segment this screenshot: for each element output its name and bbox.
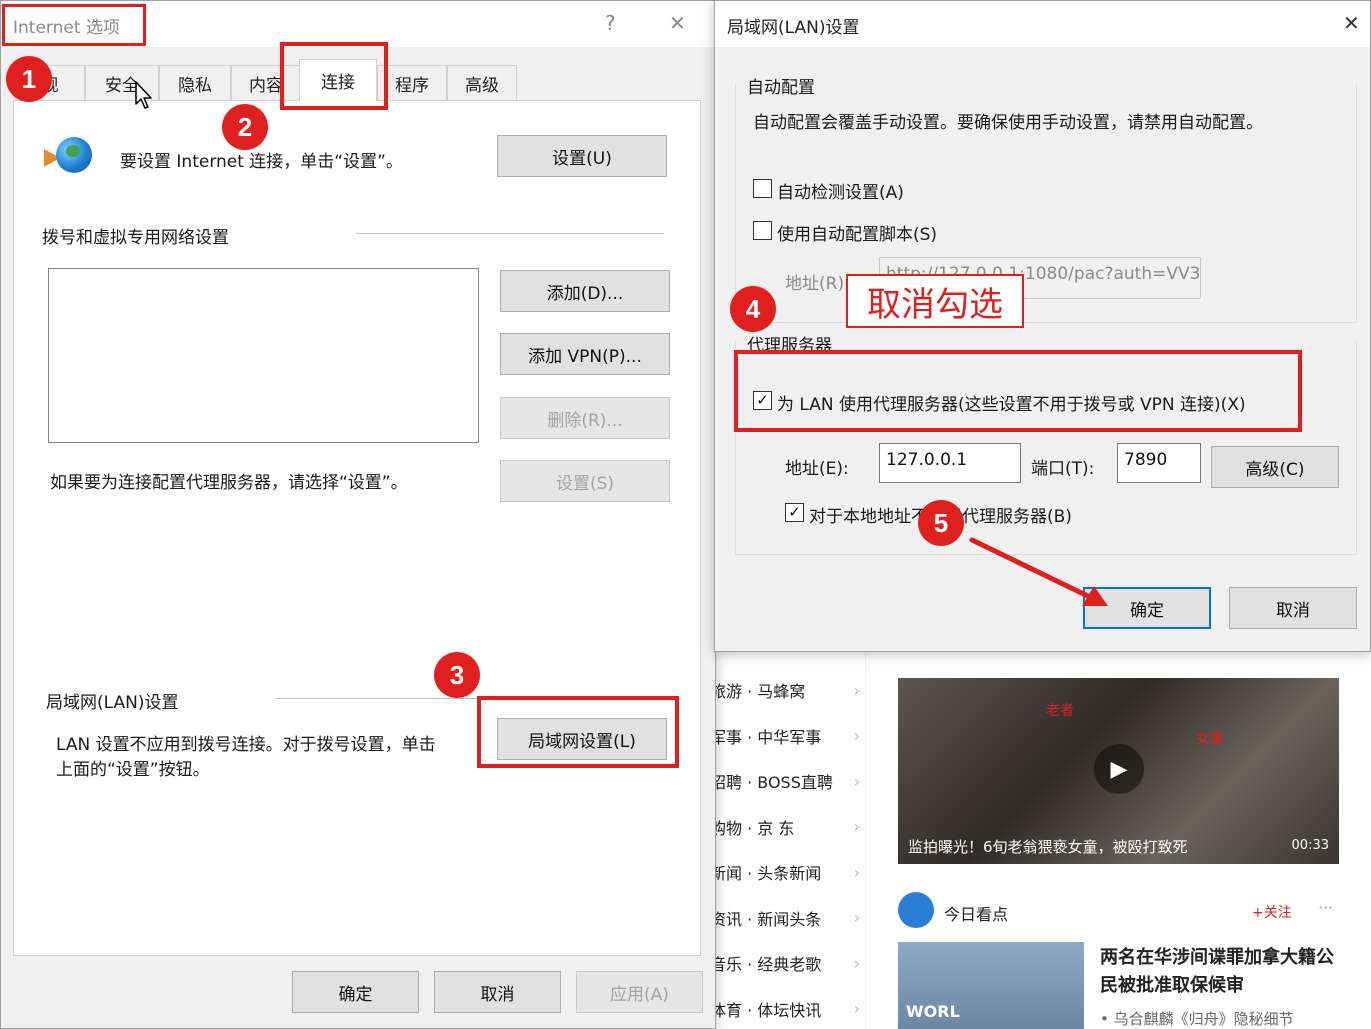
site-link-label: 体育 · 体坛快讯	[710, 1000, 822, 1020]
site-link-label: 音乐 · 经典老歌	[710, 955, 822, 974]
check-icon: ✓	[788, 503, 801, 521]
title-bar: 局域网(LAN)设置 ✕	[715, 1, 1370, 47]
window-title: 局域网(LAN)设置	[727, 18, 860, 38]
video-overlay-label: 老者	[1046, 703, 1074, 719]
tab-privacy[interactable]: 隐私	[159, 65, 231, 101]
internet-options-dialog: Internet 选项 ? ✕ 规 安全 隐私 内容 连接 程序 高级 要设置 …	[0, 0, 716, 1029]
delete-button[interactable]: 删除(R)...	[500, 397, 670, 439]
site-link-label: 新闻 · 头条新闻	[710, 864, 822, 883]
proxy-address-label: 地址(E):	[785, 459, 849, 479]
auto-detect-checkbox[interactable]	[753, 179, 772, 198]
apply-button[interactable]: 应用(A)	[576, 971, 703, 1013]
auto-config-desc: 自动配置会覆盖手动设置。要确保使用手动设置，请禁用自动配置。	[753, 113, 1263, 133]
chevron-right-icon: ›	[853, 817, 860, 836]
connections-panel: 要设置 Internet 连接，单击“设置”。 设置(U) 拨号和虚拟专用网络设…	[13, 100, 701, 956]
auto-script-label[interactable]: 使用自动配置脚本(S)	[777, 220, 937, 245]
lan-desc-line2: 上面的“设置”按钮。	[56, 760, 210, 780]
add-button[interactable]: 添加(D)...	[500, 270, 670, 312]
close-button[interactable]: ✕	[669, 11, 686, 35]
tab-label: 程序	[395, 76, 429, 96]
step-badge-4: 4	[730, 286, 776, 332]
play-icon[interactable]: ▶	[1094, 744, 1144, 794]
video-duration: 00:33	[1291, 838, 1329, 853]
dialup-group-line	[356, 233, 664, 234]
article-subheadline[interactable]: • 乌合麒麟《归舟》隐秘细节	[1100, 1008, 1294, 1029]
port-label: 端口(T):	[1031, 459, 1095, 479]
site-link-label: 资讯 · 新闻头条	[710, 909, 822, 929]
settings-button[interactable]: 设置(S)	[500, 460, 670, 502]
proxy-advanced-button[interactable]: 高级(C)	[1211, 446, 1339, 488]
chevron-right-icon: ›	[853, 953, 860, 973]
follow-button[interactable]: +关注	[1252, 902, 1292, 922]
close-button[interactable]: ✕	[1343, 11, 1360, 35]
tab-label: 高级	[465, 76, 499, 96]
setup-text: 要设置 Internet 连接，单击“设置”。	[120, 152, 403, 172]
bypass-local-checkbox[interactable]: ✓	[785, 503, 804, 522]
tab-label: 内容	[249, 76, 283, 96]
news-source-avatar[interactable]	[898, 892, 934, 928]
highlight-use-proxy	[734, 350, 1302, 432]
land-shape	[66, 145, 80, 157]
tab-label: 隐私	[178, 76, 212, 96]
auto-detect-label[interactable]: 自动检测设置(A)	[777, 178, 904, 203]
site-link-label: 购物 · 京 东	[710, 818, 795, 838]
chevron-right-icon: ›	[853, 680, 860, 700]
mouse-cursor-icon	[135, 81, 152, 109]
news-source-name[interactable]: 今日看点	[944, 901, 1008, 925]
cancel-button[interactable]: 取消	[434, 971, 561, 1013]
site-link[interactable]: 购物 · 京 东 ›	[710, 805, 860, 849]
port-input[interactable]: 7890	[1117, 443, 1201, 483]
highlight-lan-button	[477, 696, 679, 768]
lan-group-title: 局域网(LAN)设置	[46, 693, 179, 713]
chevron-right-icon: ›	[853, 771, 860, 791]
step-badge-5: 5	[918, 500, 964, 546]
site-link[interactable]: 招聘 · BOSS直聘 ›	[710, 759, 860, 803]
background-web-page: 旅游 · 马蜂窝 › 军事 · 中华军事 › 招聘 · BOSS直聘 › 购物 · 京 东 ›…	[700, 640, 1371, 1029]
connections-list[interactable]	[48, 268, 479, 443]
play-glyph: ▶	[1110, 756, 1128, 782]
step-badge-2: 2	[222, 104, 268, 150]
add-vpn-button[interactable]: 添加 VPN(P)...	[500, 333, 670, 375]
video-card[interactable]: 老者 女童 ▶ 监拍曝光！6旬老翁猥亵女童，被殴打致死 00:33	[898, 678, 1339, 864]
site-link[interactable]: 新闻 · 头条新闻 ›	[710, 850, 860, 894]
script-address-label: 地址(R)	[785, 274, 845, 294]
article-thumbnail[interactable]: WORL	[898, 942, 1084, 1029]
site-link[interactable]: 资讯 · 新闻头条 ›	[710, 896, 860, 940]
step-badge-1: 1	[6, 56, 52, 102]
auto-script-checkbox[interactable]	[753, 221, 772, 240]
globe-icon	[44, 137, 92, 177]
chevron-right-icon: ›	[853, 908, 860, 927]
site-link[interactable]: 军事 · 中华军事 ›	[710, 714, 860, 758]
lan-desc-line1: LAN 设置不应用到拨号连接。对于拨号设置，单击	[56, 735, 436, 755]
site-link-label: 旅游 · 马蜂窝	[710, 682, 806, 701]
chevron-right-icon: ›	[853, 862, 860, 882]
article-headline[interactable]: 两名在华涉间谍罪加拿大籍公民被批准取保候审	[1100, 944, 1340, 1000]
site-link-label: 招聘 · BOSS直聘	[710, 773, 833, 792]
dialup-group-title: 拨号和虚拟专用网络设置	[42, 228, 229, 248]
video-overlay-label: 女童	[1196, 731, 1224, 747]
uncheck-callout: 取消勾选	[846, 274, 1024, 328]
site-link[interactable]: 音乐 · 经典老歌 ›	[710, 941, 860, 985]
thumbnail-text: WORL	[906, 1002, 960, 1021]
lan-cancel-button[interactable]: 取消	[1229, 587, 1357, 629]
step-badge-3: 3	[434, 652, 480, 698]
more-icon[interactable]: ···	[1318, 898, 1333, 917]
help-button[interactable]: ?	[605, 11, 616, 35]
proxy-hint: 如果要为连接配置代理服务器，请选择“设置”。	[50, 473, 408, 493]
highlight-connections-tab	[280, 42, 388, 110]
chevron-right-icon: ›	[853, 999, 860, 1018]
site-link[interactable]: 旅游 · 马蜂窝 ›	[710, 668, 860, 712]
setup-button[interactable]: 设置(U)	[497, 135, 667, 177]
tab-advanced[interactable]: 高级	[447, 65, 517, 101]
highlight-window-title	[2, 4, 146, 46]
ok-button[interactable]: 确定	[292, 971, 419, 1013]
video-caption: 监拍曝光！6旬老翁猥亵女童，被殴打致死	[908, 838, 1188, 856]
pointer-arrow	[969, 537, 1108, 606]
site-link[interactable]: 体育 · 体坛快讯 ›	[710, 987, 860, 1029]
site-link-label: 军事 · 中华军事	[710, 727, 822, 747]
column-divider	[865, 640, 866, 1029]
chevron-right-icon: ›	[853, 726, 860, 745]
proxy-address-input[interactable]: 127.0.0.1	[879, 443, 1021, 483]
